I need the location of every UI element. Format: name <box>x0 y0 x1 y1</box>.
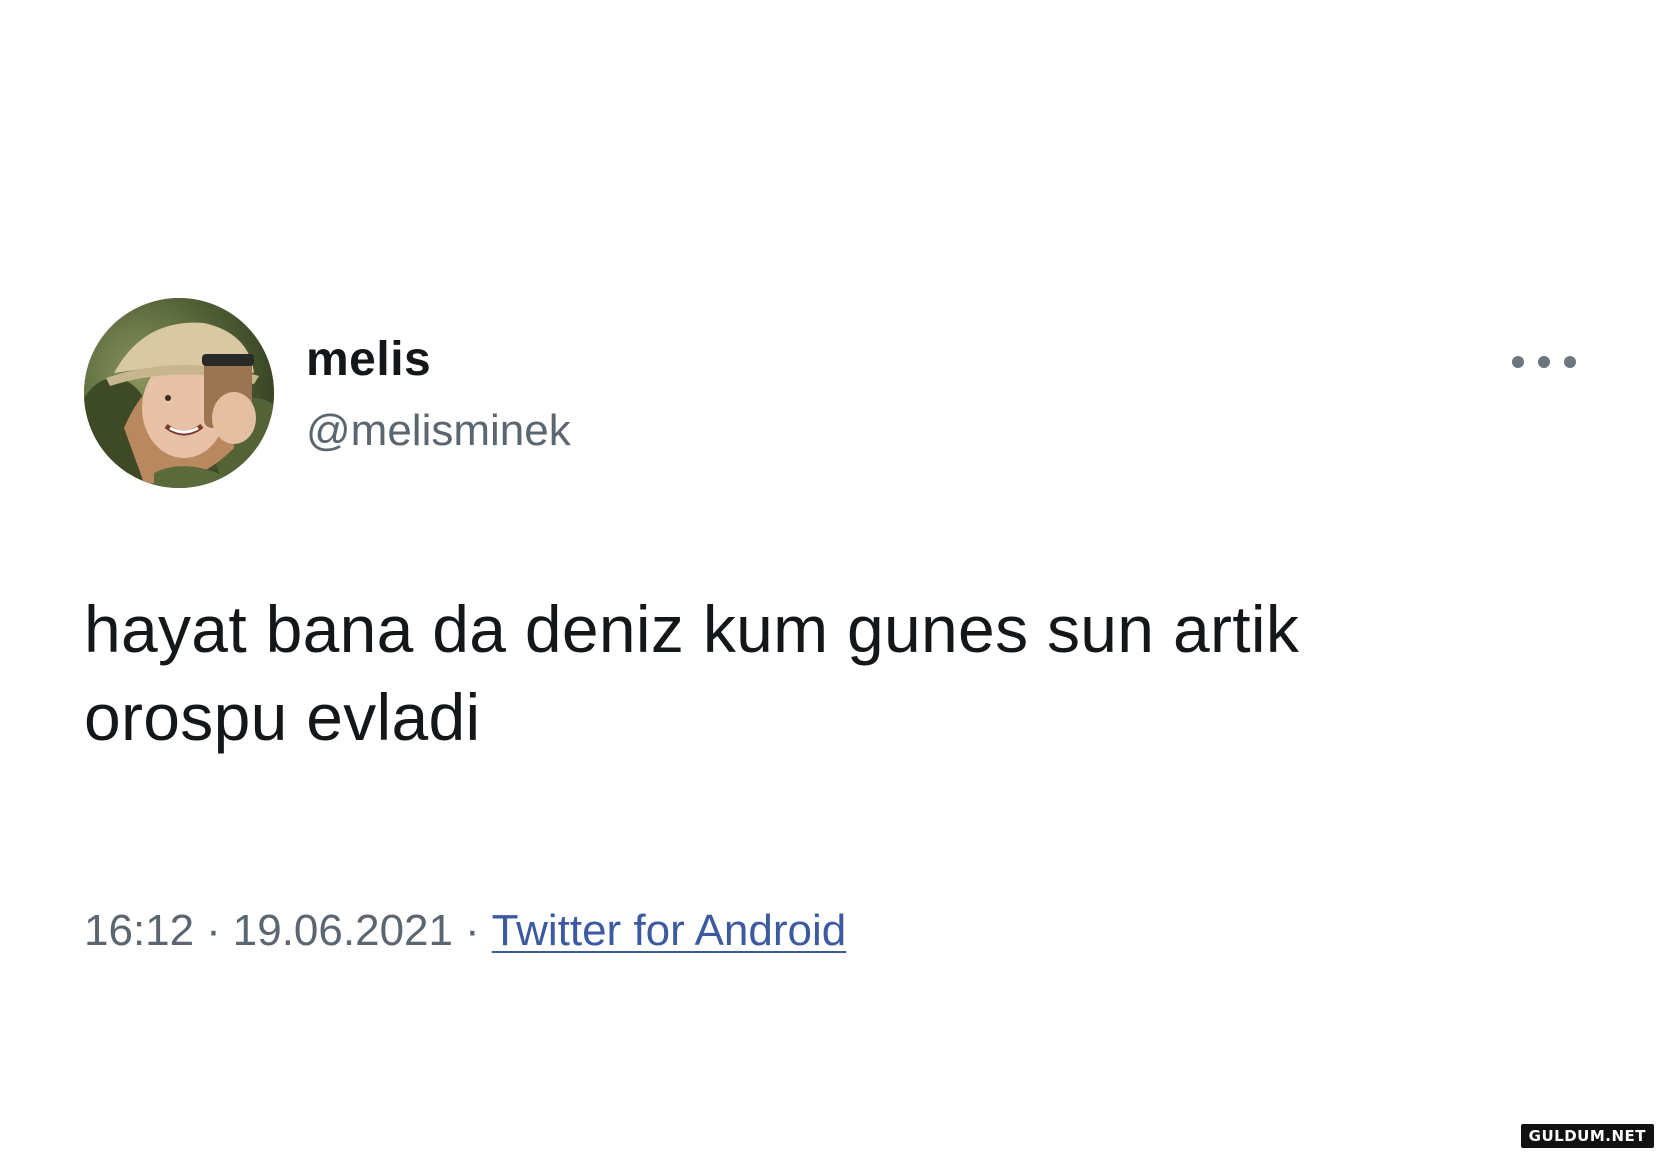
page: melis @melisminek hayat bana da deniz ku… <box>0 0 1660 1152</box>
tweet-meta: 16:12 · 19.06.2021 · Twitter for Android <box>84 903 846 959</box>
meta-separator: · <box>464 906 480 955</box>
tweet-text: hayat bana da deniz kum gunes sun artik … <box>84 585 1564 761</box>
more-horizontal-icon-dot <box>1538 356 1550 368</box>
tweet-date[interactable]: 19.06.2021 <box>233 906 453 955</box>
tweet-source-link[interactable]: Twitter for Android <box>492 906 847 955</box>
more-options-button[interactable] <box>1512 350 1576 374</box>
watermark: GULDUM.NET <box>1520 1124 1654 1148</box>
author-handle[interactable]: @melisminek <box>306 405 571 457</box>
avatar[interactable] <box>84 298 274 488</box>
tweet-text-line: hayat bana da deniz kum gunes sun artik <box>84 592 1300 666</box>
tweet-card: melis @melisminek hayat bana da deniz ku… <box>0 0 1660 1152</box>
tweet-time[interactable]: 16:12 <box>84 906 194 955</box>
author-name[interactable]: melis <box>306 332 431 388</box>
meta-separator: · <box>206 906 221 955</box>
more-horizontal-icon <box>1512 356 1524 368</box>
tweet-text-line: orospu evladi <box>84 680 481 754</box>
avatar-photo <box>84 298 274 488</box>
more-horizontal-icon-dot <box>1564 356 1576 368</box>
